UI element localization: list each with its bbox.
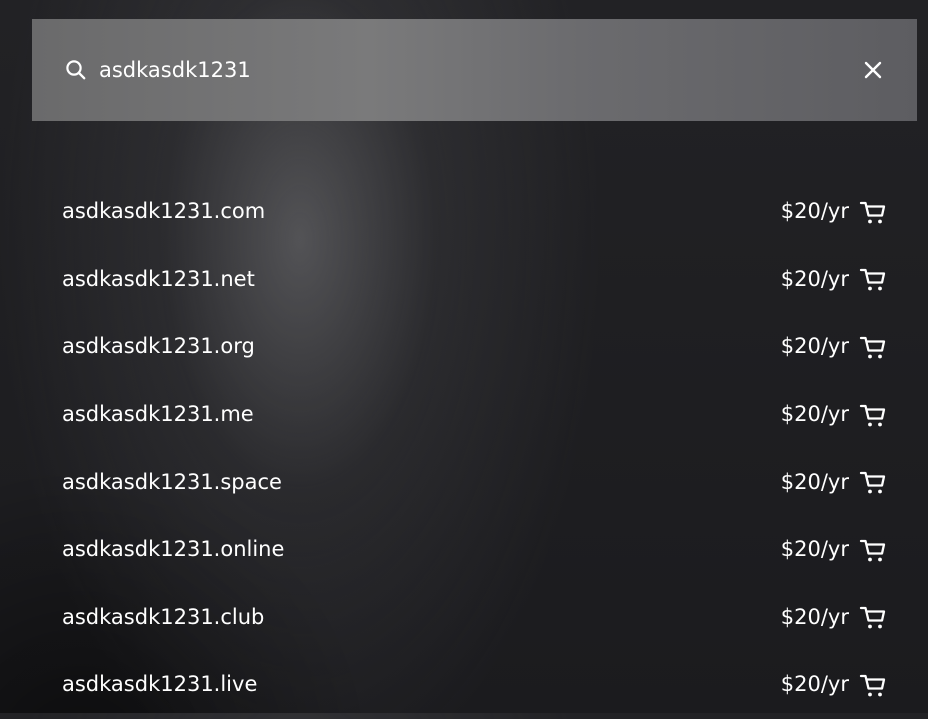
domain-result-row[interactable]: asdkasdk1231.me $20/yr — [0, 381, 928, 449]
domain-price: $20/yr — [780, 537, 849, 562]
search-bar — [32, 19, 917, 121]
domain-name: asdkasdk1231.club — [62, 604, 265, 629]
domain-name: asdkasdk1231.com — [62, 199, 266, 224]
close-icon — [864, 61, 882, 79]
domain-price: $20/yr — [780, 199, 849, 224]
cart-icon[interactable] — [858, 535, 888, 565]
domain-name: asdkasdk1231.org — [62, 334, 255, 359]
domain-results-list: asdkasdk1231.com $20/yr asdkasdk1231.net… — [0, 178, 928, 719]
domain-result-row[interactable]: asdkasdk1231.live $20/yr — [0, 651, 928, 719]
cart-icon[interactable] — [858, 400, 888, 430]
domain-result-row[interactable]: asdkasdk1231.net $20/yr — [0, 246, 928, 314]
domain-name: asdkasdk1231.space — [62, 469, 282, 494]
cart-icon[interactable] — [858, 197, 888, 227]
search-icon — [65, 59, 87, 81]
domain-name: asdkasdk1231.online — [62, 537, 285, 562]
domain-price: $20/yr — [780, 402, 849, 427]
domain-price: $20/yr — [780, 672, 849, 697]
domain-result-row[interactable]: asdkasdk1231.space $20/yr — [0, 448, 928, 516]
cart-icon[interactable] — [858, 332, 888, 362]
search-input[interactable] — [99, 53, 799, 87]
domain-price: $20/yr — [780, 334, 849, 359]
domain-result-row[interactable]: asdkasdk1231.online $20/yr — [0, 516, 928, 584]
cart-icon[interactable] — [858, 670, 888, 700]
domain-name: asdkasdk1231.net — [62, 266, 255, 291]
domain-result-row[interactable]: asdkasdk1231.org $20/yr — [0, 313, 928, 381]
cart-icon[interactable] — [858, 602, 888, 632]
domain-price: $20/yr — [780, 469, 849, 494]
cart-icon[interactable] — [858, 467, 888, 497]
cart-icon[interactable] — [858, 264, 888, 294]
domain-price: $20/yr — [780, 266, 849, 291]
domain-result-row[interactable]: asdkasdk1231.club $20/yr — [0, 584, 928, 652]
domain-name: asdkasdk1231.live — [62, 672, 258, 697]
domain-result-row[interactable]: asdkasdk1231.com $20/yr — [0, 178, 928, 246]
domain-name: asdkasdk1231.me — [62, 402, 254, 427]
clear-search-button[interactable] — [857, 54, 889, 86]
domain-price: $20/yr — [780, 604, 849, 629]
